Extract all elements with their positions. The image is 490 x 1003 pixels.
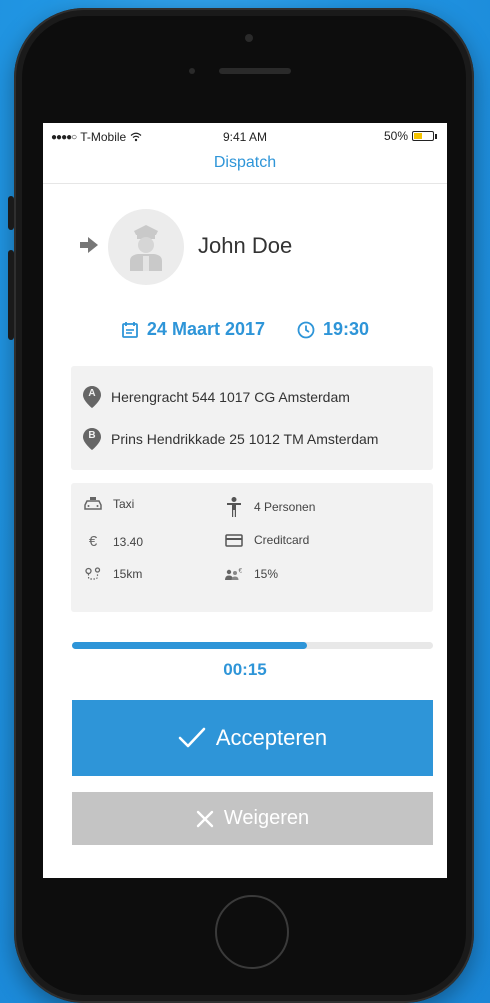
accept-button[interactable]: Accepteren (72, 700, 433, 776)
status-bar: ●●●●○ T-Mobile 9:41 AM 50% (43, 123, 447, 151)
arrow-right-icon (80, 237, 98, 253)
home-button[interactable] (215, 895, 289, 969)
battery-level (414, 133, 422, 139)
dropoff-address: Prins Hendrikkade 25 1012 TM Amsterdam (111, 431, 379, 447)
pin-b-icon: B (83, 428, 101, 450)
ride-distance: 15km (113, 567, 143, 581)
reject-button-label: Weigeren (223, 807, 310, 829)
passenger-count: 4 Personen (254, 500, 316, 514)
page-title: Dispatch (213, 154, 277, 171)
ride-details-card: Taxi 4 Personen € 13.40 Creditcard 15km … (71, 483, 433, 612)
app-screen: ●●●●○ T-Mobile 9:41 AM 50% Dispatch John… (43, 123, 447, 878)
pin-b-letter: B (88, 430, 96, 441)
detail-distance: 15km (83, 567, 142, 581)
battery-icon (412, 131, 434, 141)
ride-price: 13.40 (113, 534, 144, 549)
address-card: A Herengracht 544 1017 CG Amsterdam B Pr… (71, 366, 433, 470)
pickup-address: Herengracht 544 1017 CG Amsterdam (111, 389, 350, 405)
battery-tip (435, 133, 437, 139)
pickup-date: 24 Maart 2017 (146, 319, 266, 339)
driver-icon (130, 225, 162, 271)
svg-text:€: € (239, 568, 243, 575)
front-camera (245, 34, 253, 42)
proximity-sensor (189, 68, 195, 74)
address-row-a: A Herengracht 544 1017 CG Amsterdam (83, 386, 350, 408)
volume-down-button[interactable] (8, 286, 14, 340)
avatar (108, 209, 184, 285)
countdown-timer: 00:15 (223, 660, 267, 679)
nav-divider (43, 183, 447, 184)
accept-button-label: Accepteren (215, 725, 328, 750)
detail-price: € 13.40 (83, 533, 143, 550)
pickup-time: 19:30 (323, 319, 370, 339)
pin-a-icon: A (83, 386, 101, 408)
detail-payment: Creditcard (224, 533, 309, 547)
battery-info: 50% (384, 129, 437, 143)
payment-method: Creditcard (254, 533, 310, 547)
pickup-schedule: 24 Maart 2017 19:30 (43, 319, 447, 340)
mute-switch[interactable] (8, 196, 14, 230)
credit-card-icon (225, 533, 243, 547)
close-icon (196, 810, 214, 827)
driver-name: John Doe (198, 233, 293, 258)
countdown-progress (72, 642, 433, 649)
earpiece-speaker (219, 68, 291, 74)
person-icon (227, 497, 241, 517)
commission-rate: 15% (254, 567, 279, 581)
countdown-progress-fill (72, 642, 307, 649)
address-row-b: B Prins Hendrikkade 25 1012 TM Amsterdam (83, 428, 378, 450)
driver-row: John Doe (43, 207, 447, 287)
euro-icon: € (88, 533, 98, 550)
reject-button[interactable]: Weigeren (72, 792, 433, 845)
checkmark-icon (178, 727, 206, 748)
pin-a-letter: A (88, 388, 96, 399)
clock-icon (297, 321, 315, 338)
commission-icon: € (225, 568, 243, 580)
vehicle-type: Taxi (113, 497, 135, 511)
calendar-icon (122, 321, 138, 338)
detail-vehicle: Taxi (83, 497, 134, 511)
taxi-icon (84, 497, 102, 510)
detail-commission: € 15% (224, 567, 278, 581)
route-icon (85, 567, 101, 580)
detail-passengers: 4 Personen (224, 497, 315, 517)
battery-percent: 50% (383, 129, 408, 143)
